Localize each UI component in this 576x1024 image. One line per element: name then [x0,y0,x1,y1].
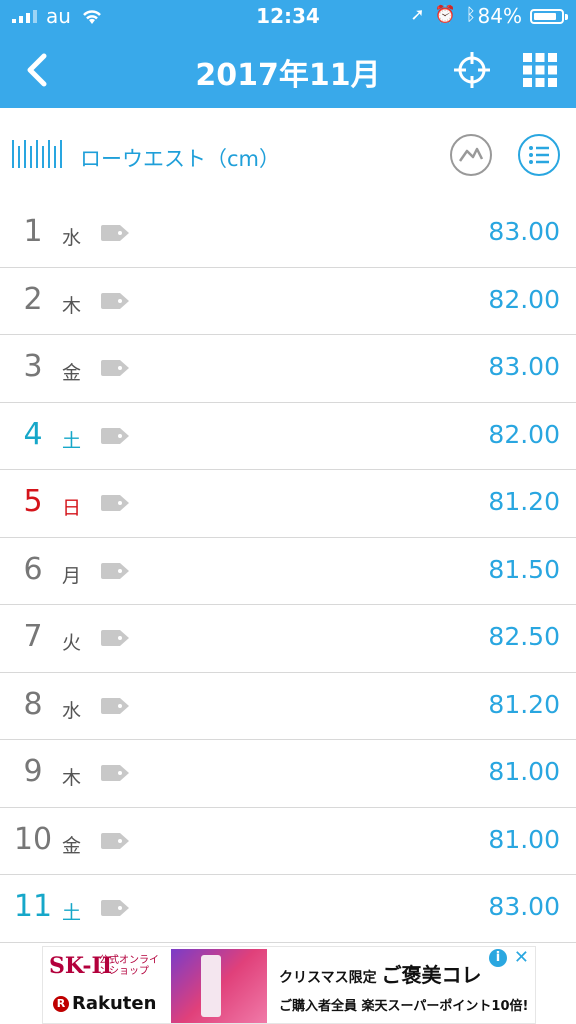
list-item[interactable]: 4 土 82.00 [0,403,576,470]
ad-headline-small: クリスマス限定 [279,970,377,986]
header-bar: au 12:34 ➚ ⏰ ᛒ 84% 2017年11月 [0,0,576,108]
info-icon[interactable]: i [489,949,507,967]
day-number: 9 [23,754,43,789]
line-chart-icon[interactable] [448,132,494,178]
tag-icon[interactable] [100,427,130,445]
barcode-ruler-icon [12,140,62,168]
measurement-value: 81.20 [488,487,560,516]
list-item[interactable]: 5 日 81.20 [0,470,576,538]
bluetooth-icon: ᛒ [465,5,476,25]
weekday-label: 水 [62,227,82,249]
list-icon[interactable] [516,132,562,178]
measurement-value: 83.00 [488,892,560,921]
tag-icon[interactable] [100,224,130,242]
tag-icon[interactable] [100,764,130,782]
measurement-value: 83.00 [488,217,560,246]
weekday-label: 金 [62,834,82,857]
grid-icon[interactable] [522,52,558,88]
day-number: 5 [23,484,43,519]
day-number: 6 [23,551,43,587]
crosshair-icon[interactable] [450,48,494,92]
ad-headline: クリスマス限定 ご褒美コレ [279,959,481,988]
ad-subline: ご購入者全員 楽天スーパーポイント10倍! [279,999,529,1014]
tag-icon[interactable] [100,899,130,917]
weekday-label: 水 [62,699,82,722]
ad-rakuten: R Rakuten [53,993,156,1014]
list-item[interactable]: 2 木 82.00 [0,268,576,335]
day-number: 3 [23,349,43,384]
measurement-value: 81.50 [488,554,560,584]
ad-brand-sub: 公式オンラインショップ [99,955,159,977]
status-icons: ➚ ⏰ ᛒ [410,5,476,25]
measurement-value: 81.20 [488,689,560,719]
day-list: 1 水 83.00 2 木 82.00 3 金 83.00 4 土 82.00 5 日 81.20 6 月 81.… [0,200,576,943]
tag-icon[interactable] [100,292,130,310]
measurement-value: 81.00 [488,757,560,786]
measurement-value: 82.50 [488,622,560,651]
day-number: 2 [23,281,43,317]
tag-icon[interactable] [100,494,130,512]
day-number: 10 [13,821,53,857]
metric-header: ローウエスト（cm） [0,108,576,200]
tag-icon[interactable] [100,359,130,377]
battery-percent: 84% [477,4,522,28]
weekday-label: 土 [62,429,82,452]
tag-icon[interactable] [100,697,130,715]
metric-title: ローウエスト（cm） [80,147,281,171]
close-icon[interactable]: ✕ [514,947,529,968]
ad-rakuten-label: Rakuten [72,993,157,1014]
list-item[interactable]: 3 金 83.00 [0,335,576,403]
tag-icon[interactable] [100,629,130,647]
weekday-label: 木 [62,767,82,789]
list-item[interactable]: 1 水 83.00 [0,200,576,268]
day-number: 4 [23,416,43,452]
list-item[interactable]: 11 土 83.00 [0,875,576,943]
day-number: 7 [23,619,43,654]
status-bar: au 12:34 ➚ ⏰ ᛒ 84% [0,0,576,34]
location-icon: ➚ [410,5,425,25]
ad-banner[interactable]: SK-II 公式オンラインショップ R Rakuten クリスマス限定 ご褒美コレ… [42,946,536,1024]
day-number: 8 [23,686,43,722]
list-item[interactable]: 9 木 81.00 [0,740,576,808]
measurement-value: 83.00 [488,352,560,381]
ad-image [171,949,267,1023]
alarm-icon: ⏰ [434,5,456,25]
day-number: 1 [23,214,43,249]
measurement-value: 82.00 [488,284,560,314]
day-number: 11 [13,889,53,924]
measurement-value: 81.00 [488,824,560,854]
list-item[interactable]: 8 水 81.20 [0,673,576,740]
ad-headline-big: ご褒美コレ [381,963,482,987]
measurement-value: 82.00 [488,419,560,449]
battery-icon [530,9,568,24]
list-item[interactable]: 7 火 82.50 [0,605,576,673]
tag-icon[interactable] [100,562,130,580]
list-item[interactable]: 6 月 81.50 [0,538,576,605]
weekday-label: 木 [62,294,82,317]
weekday-label: 日 [62,497,82,519]
list-item[interactable]: 10 金 81.00 [0,808,576,875]
tag-icon[interactable] [100,832,130,850]
weekday-label: 火 [62,632,82,654]
weekday-label: 土 [62,902,82,924]
nav-bar: 2017年11月 [0,34,576,108]
weekday-label: 金 [62,362,82,384]
weekday-label: 月 [62,564,82,587]
